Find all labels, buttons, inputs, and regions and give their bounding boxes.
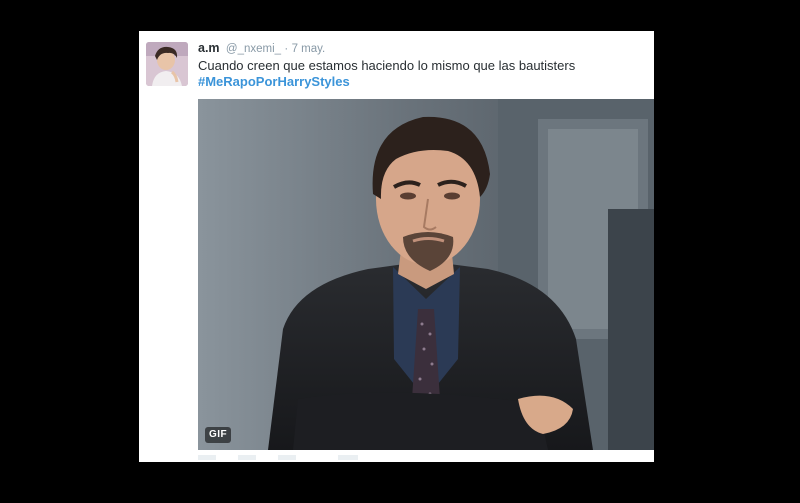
gif-badge: GIF	[205, 427, 232, 443]
tweet-actions-partial	[198, 455, 378, 460]
user-handle[interactable]: @_nxemi_	[226, 43, 281, 55]
tweet-media-gif[interactable]: GIF	[198, 99, 654, 450]
avatar[interactable]	[146, 42, 188, 86]
tweet-text: Cuando creen que estamos haciendo lo mis…	[198, 58, 576, 73]
display-name[interactable]: a.m	[198, 41, 220, 55]
tweet-card: a.m @_nxemi_ · 7 may. Cuando creen que e…	[139, 31, 654, 462]
tweet-date[interactable]: 7 may.	[292, 43, 326, 55]
page-background: a.m @_nxemi_ · 7 may. Cuando creen que e…	[0, 0, 800, 503]
separator-dot: ·	[284, 43, 289, 55]
tweet-header: a.m @_nxemi_ · 7 may.	[198, 41, 325, 57]
hashtag-link[interactable]: #MeRapoPorHarryStyles	[198, 74, 350, 90]
